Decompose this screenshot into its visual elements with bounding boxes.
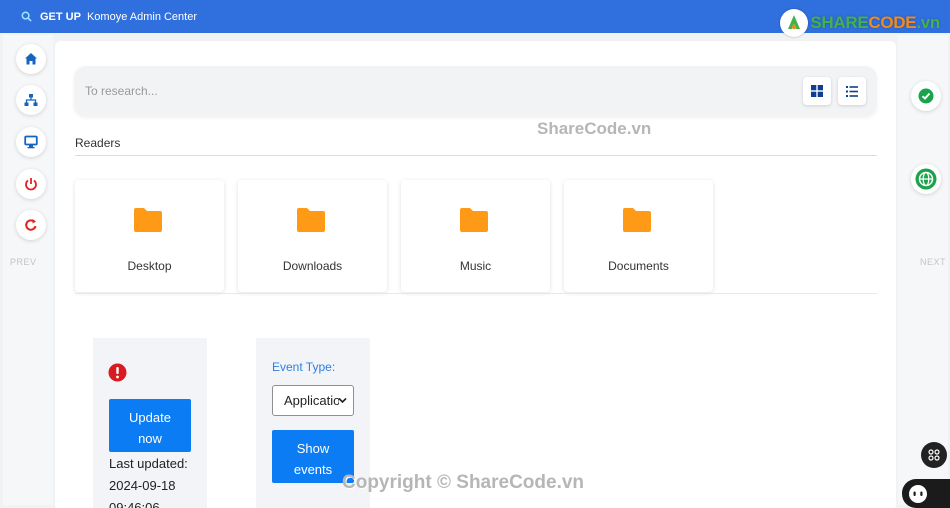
list-view-icon — [846, 85, 858, 97]
sharecode-logo: SHARECODE.vn — [780, 8, 940, 38]
event-type-label: Event Type: — [272, 360, 336, 374]
monitor-icon — [24, 135, 38, 149]
update-now-line1: Update — [129, 410, 171, 425]
apps-icon — [928, 449, 940, 461]
folders-divider — [75, 293, 877, 294]
update-now-line2: now — [138, 431, 162, 446]
folder-desktop[interactable]: Desktop — [75, 180, 224, 292]
network-button[interactable] — [16, 85, 46, 115]
last-updated-date: 2024-09-18 — [109, 478, 176, 493]
globe-button[interactable] — [911, 164, 941, 194]
show-events-line1: Show — [296, 441, 330, 456]
folder-icon — [460, 208, 488, 232]
next-button[interactable]: NEXT — [920, 257, 946, 267]
event-type-value: Application — [284, 393, 339, 408]
folder-name: Desktop — [127, 259, 172, 273]
show-events-line2: events — [293, 462, 333, 477]
brand-label[interactable]: GET UP — [40, 11, 81, 23]
alert-icon — [108, 363, 127, 382]
home-button[interactable] — [16, 44, 46, 74]
app-subtitle: Komoye Admin Center — [86, 10, 198, 23]
chevron-down-icon — [338, 397, 347, 404]
restart-button[interactable] — [16, 210, 46, 240]
grid-view-icon — [811, 85, 823, 97]
folder-name: Documents — [608, 259, 669, 273]
last-updated-label: Last updated: — [109, 456, 188, 471]
check-circle-icon — [918, 88, 934, 104]
folder-icon — [623, 208, 651, 232]
folder-icon — [134, 208, 162, 232]
left-rail: PREV — [3, 35, 53, 505]
watermark-top: ShareCode.vn — [537, 119, 652, 138]
network-icon — [24, 94, 38, 106]
status-check-button[interactable] — [911, 81, 941, 111]
apps-floating-button[interactable] — [921, 442, 947, 468]
search-input[interactable] — [85, 81, 585, 101]
logo-text-domain: .vn — [916, 13, 940, 32]
update-now-button[interactable]: Update now — [109, 399, 191, 452]
folder-name: Music — [459, 259, 492, 273]
watermark-bottom: Copyright © ShareCode.vn — [342, 472, 585, 493]
logo-text: SHARECODE.vn — [810, 13, 940, 33]
logo-text-share: SHARE — [810, 13, 869, 32]
folder-downloads[interactable]: Downloads — [238, 180, 387, 292]
search-bar — [74, 66, 877, 116]
search-icon[interactable] — [20, 10, 33, 23]
prev-button[interactable]: PREV — [10, 257, 37, 267]
last-updated-time: 09:46:06 — [109, 500, 160, 508]
monitor-button[interactable] — [16, 127, 46, 157]
logo-mark-icon — [780, 9, 809, 37]
right-rail: NEXT — [898, 35, 948, 505]
section-title: Readers — [75, 136, 121, 150]
grid-view-button[interactable] — [803, 77, 831, 105]
event-type-select[interactable]: Application — [272, 385, 354, 416]
globe-icon — [915, 168, 937, 190]
section-divider — [75, 155, 877, 156]
shutdown-button[interactable] — [16, 169, 46, 199]
folder-music[interactable]: Music — [401, 180, 550, 292]
folder-icon — [297, 208, 325, 232]
chat-widget-button[interactable] — [902, 479, 950, 508]
power-icon — [25, 178, 37, 191]
chat-bot-icon — [909, 484, 927, 503]
list-view-button[interactable] — [838, 77, 866, 105]
restart-icon — [25, 219, 37, 231]
folder-documents[interactable]: Documents — [564, 180, 713, 292]
folder-name: Downloads — [282, 259, 343, 273]
home-icon — [25, 53, 37, 65]
logo-text-code: CODE — [868, 13, 917, 32]
